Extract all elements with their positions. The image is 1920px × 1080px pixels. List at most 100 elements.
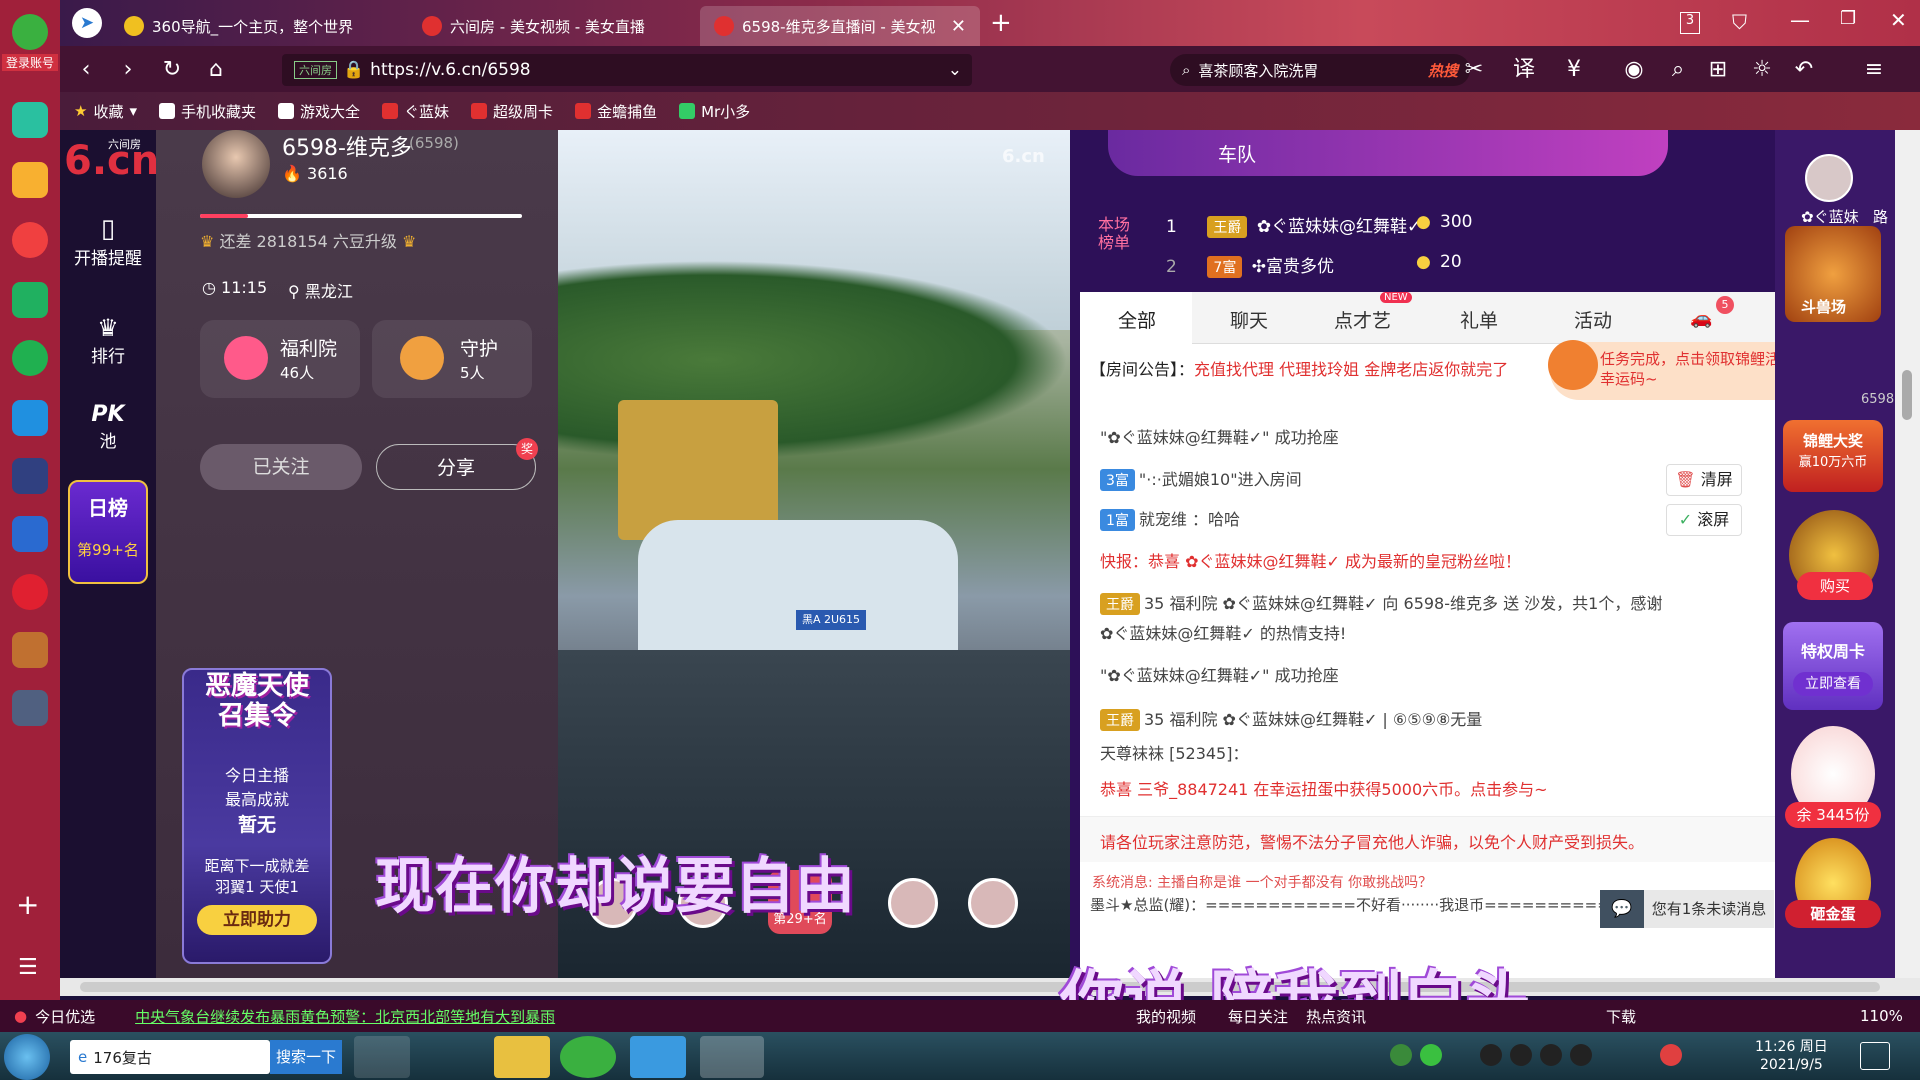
mail-icon[interactable] [12,282,48,318]
coin-icon[interactable]: ¥ [1560,56,1588,84]
browser-logo-icon[interactable] [12,14,48,50]
tab-chat[interactable]: 聊天 [1230,306,1268,333]
shield-icon[interactable] [1390,1044,1412,1066]
link-icon[interactable] [12,340,48,376]
buy-button[interactable]: 购买 [1797,572,1873,600]
bookmark-favorites[interactable]: ★ 收藏 ▾ [74,101,137,122]
download[interactable]: 下载 [1606,1006,1636,1027]
clock[interactable]: 11:26 周日 2021/9/5 [1755,1038,1828,1074]
scroll-button[interactable]: ✓ 滚屏 [1666,504,1742,536]
koi-prize-card[interactable]: 锦鲤大奖 赢10万六币 [1783,420,1883,492]
grid-icon[interactable]: ⊞ [1704,56,1732,84]
board-row-2[interactable]: 2 7富 ✣富贵多优 ● 20 [1166,252,1726,280]
user-avatar[interactable] [1805,154,1853,202]
hot-search-label[interactable]: 热搜 [1428,60,1458,81]
search-box[interactable]: ⌕ 喜茶顾客入院洗胃 热搜 [1170,54,1470,86]
game2-icon[interactable] [12,632,48,668]
magnifier-icon[interactable]: ⌕ [1664,56,1692,84]
qq-icon[interactable] [1480,1044,1502,1066]
undo-icon[interactable]: ↶ [1790,56,1818,84]
tab-count[interactable]: 3 [1680,12,1700,34]
today-picks[interactable]: 今日优选 [35,1006,95,1027]
scissors-icon[interactable]: ✂ [1460,56,1488,84]
network-icon[interactable] [1660,1044,1682,1066]
app-icon[interactable] [12,102,48,138]
shirt-icon[interactable]: ⛉ [1732,10,1747,34]
chevron-down-icon[interactable]: ⌄ [948,60,962,80]
bookmark-mobile[interactable]: 手机收藏夹 [159,101,256,122]
bookmark-lanmei[interactable]: ぐ蓝妹 [382,101,449,122]
send-icon[interactable]: ➤ [72,8,102,38]
assist-button[interactable]: 立即助力 [197,904,317,935]
home-icon[interactable]: ⌂ [202,56,230,84]
follow-button[interactable]: 已关注 [200,444,362,490]
check-button[interactable]: 立即查看 [1793,672,1873,696]
game3-icon[interactable] [12,690,48,726]
game-icon[interactable] [12,458,48,494]
tab-talent[interactable]: 点才艺 [1334,306,1391,333]
qq-icon[interactable] [1570,1044,1592,1066]
fan-avatar[interactable] [888,878,938,928]
address-bar[interactable]: 六间房 🔒 https://v.6.cn/6598 ⌄ [282,54,972,86]
restore-icon[interactable]: ❐ [1840,8,1856,29]
search-text[interactable]: 喜茶顾客入院洗胃 [1198,60,1318,81]
refresh-icon[interactable]: ↻ [158,56,186,84]
forward-icon[interactable]: › [114,56,142,84]
p-app-icon[interactable] [12,400,48,436]
remind-button[interactable]: ▯ 开播提醒 [60,214,156,269]
menu-icon[interactable]: ≡ [1860,56,1888,84]
horizontal-scrollbar[interactable] [60,978,1920,996]
folder-icon[interactable] [494,1036,550,1078]
rank-button[interactable]: ♛ 排行 [60,314,156,367]
welfare-card[interactable]: 福利院 46人 [200,320,360,398]
clear-button[interactable]: 🗑 清屏 [1666,464,1742,496]
tab-all[interactable]: 全部 [1118,306,1156,333]
my-video[interactable]: 我的视频 [1136,1006,1196,1027]
bookmark-mrxiaoduo[interactable]: Mr小多 [679,101,750,122]
board-row-1[interactable]: 1 王爵 ✿ぐ蓝妹妹@红舞鞋✓ ● 300 [1166,212,1726,240]
close-icon[interactable]: ✕ [1890,8,1907,32]
avatar[interactable] [202,130,270,198]
xiaohongshu-icon[interactable] [12,574,48,610]
bookmark-games[interactable]: 游戏大全 [278,101,360,122]
qq-icon[interactable] [1510,1044,1532,1066]
minimize-icon[interactable]: — [1790,8,1810,32]
promo-card[interactable]: 恶魔天使召集令 今日主播 最高成就 暂无 距离下一成就差 羽翼1 天使1 立即助… [182,668,332,964]
pk-button[interactable]: PK 池 [60,402,156,452]
kugou-icon[interactable] [354,1036,410,1078]
share-button[interactable]: 分享 [376,444,536,490]
tab-activity[interactable]: 活动 [1574,306,1612,333]
zoom-level[interactable]: 110% [1860,1007,1903,1025]
chat-bubble-icon[interactable]: 💬 [1600,890,1644,928]
back-icon[interactable]: ‹ [72,56,100,84]
tab-360[interactable]: 360导航_一个主页，整个世界 [110,6,450,46]
login-link[interactable]: 登录账号 [2,54,58,71]
tab-6cn[interactable]: 六间房 - 美女视频 - 美女直播 [408,6,698,46]
unread-text[interactable]: 您有1条未读消息 [1644,890,1774,928]
favorite-icon[interactable] [12,162,48,198]
ie-taskbar-icon[interactable] [424,1036,480,1078]
vertical-scrollbar[interactable] [1895,130,1920,978]
menu-icon[interactable]: ☰ [18,955,38,980]
bookmark-weekcard[interactable]: 超级周卡 [471,101,553,122]
word-icon[interactable] [12,516,48,552]
scroll-thumb[interactable] [1902,370,1912,420]
player-icon[interactable] [630,1036,686,1078]
fan-avatar[interactable] [968,878,1018,928]
add-icon[interactable]: + [16,888,39,921]
daily-rank-card[interactable]: 日榜 第99+名 [68,480,148,584]
scroll-thumb[interactable] [80,982,1880,992]
qq-icon[interactable] [1540,1044,1562,1066]
message[interactable]: 恭喜 三爷_8847241 在幸运扭蛋中获得5000六币。点击参与~ [1100,776,1548,800]
brightness-icon[interactable]: ☼ [1748,56,1776,84]
privilege-card[interactable]: 特权周卡 立即查看 [1783,622,1883,710]
browser-360-icon[interactable] [560,1036,616,1078]
notification-icon[interactable] [1860,1042,1890,1070]
live-app-icon[interactable] [700,1036,764,1078]
bookmark-fishing[interactable]: 金蟾捕鱼 [575,101,657,122]
gamepad-icon[interactable]: ◉ [1620,56,1648,84]
url-text[interactable]: https://v.6.cn/6598 [370,60,530,80]
weibo-icon[interactable] [12,222,48,258]
news-ticker[interactable]: 中央气象台继续发布暴雨黄色预警：北京西北部等地有大到暴雨 [135,1006,555,1027]
hot-news[interactable]: 热点资讯 [1306,1006,1366,1027]
